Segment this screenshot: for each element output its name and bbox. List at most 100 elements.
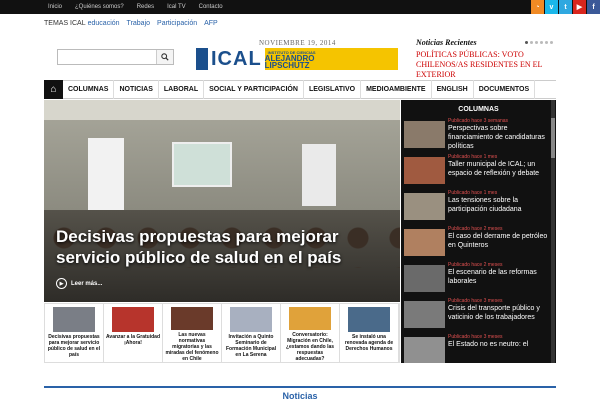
column-title[interactable]: El Estado no es neutro: el (448, 340, 528, 349)
temas-link[interactable]: Trabajo (127, 20, 150, 27)
search-icon (161, 53, 169, 61)
column-text: Publicado hace 3 semanas Perspectivas sob… (448, 118, 553, 151)
hero-slide[interactable]: Decisivas propuestas para mejorar servic… (44, 100, 400, 302)
columnas-title: COLUMNAS (458, 105, 499, 113)
column-title[interactable]: Perspectivas sobre financiamiento de can… (448, 124, 553, 151)
temas-link[interactable]: AFP (204, 20, 218, 27)
site-logo[interactable]: ICAL INSTITUTO DE CIENCIAS ALEJANDRO LIP… (196, 48, 398, 70)
thumbnail-caption: Avanzar a la Gratuidad ¡Ahora! (106, 334, 160, 346)
thumbnail-caption: Invitación a Quinto Seminario de Formaci… (225, 334, 276, 358)
slide-thumbnail[interactable]: Avanzar a la Gratuidad ¡Ahora! (104, 304, 163, 362)
logo-sub3: LIPSCHUTZ (264, 60, 310, 70)
column-text: Publicado hace 2 meses El caso del derram… (448, 226, 553, 250)
twitter-icon[interactable]: t (559, 0, 572, 14)
thumbnail-image (112, 307, 154, 332)
carousel-dot[interactable] (535, 41, 538, 44)
column-title[interactable]: El escenario de las reformas laborales (448, 268, 553, 286)
top-link[interactable]: Inicio (48, 4, 62, 10)
noticias-section: Noticias (44, 386, 556, 401)
search-box (57, 49, 174, 65)
column-text: Publicado hace 1 mes Las tensiones sobre … (448, 190, 553, 214)
author-photo (404, 301, 445, 328)
nav-item[interactable]: MEDIOAMBIENTE (361, 80, 432, 99)
column-text: Publicado hace 2 meses El escenario de la… (448, 262, 553, 286)
read-more-button[interactable]: ▶ Leer más... (56, 278, 102, 289)
column-title[interactable]: Las tensiones sobre la participación ciu… (448, 196, 553, 214)
nav-item[interactable]: DOCUMENTOS (474, 80, 536, 99)
carousel-dots (523, 41, 553, 44)
column-item[interactable]: Publicado hace 1 mes Las tensiones sobre … (401, 190, 556, 226)
hero-photo-screen (172, 142, 232, 187)
column-item[interactable]: Publicado hace 2 meses El escenario de la… (401, 262, 556, 298)
thumbnail-image (171, 307, 213, 330)
temas-label: TEMAS ICAL (44, 19, 86, 27)
thumbnail-image (289, 307, 331, 330)
column-text: Publicado hace 3 meses Crisis del transpo… (448, 298, 553, 322)
slide-thumbnail[interactable]: Conversatorio: Migración en Chile, ¿esta… (281, 304, 340, 362)
carousel-dot[interactable] (530, 41, 533, 44)
read-more-label: Leer más... (71, 280, 103, 287)
column-title[interactable]: Taller municipal de ICAL; un espacio de … (448, 160, 553, 178)
columnas-list: Publicado hace 3 semanas Perspectivas sob… (401, 118, 556, 363)
nav-item[interactable]: LABORAL (159, 80, 205, 99)
carousel-dot[interactable] (540, 41, 543, 44)
column-item[interactable]: Publicado hace 2 meses El caso del derram… (401, 226, 556, 262)
vimeo-icon[interactable]: v (545, 0, 558, 14)
sidebar-scrollbar[interactable] (551, 100, 555, 363)
temas-bar: TEMAS ICAL educación Trabajo Participación… (44, 17, 225, 29)
top-link[interactable]: ¿Quiénes somos? (75, 4, 124, 10)
rss-icon[interactable]: ◔ (531, 0, 544, 14)
thumbnail-image (230, 307, 272, 332)
top-link[interactable]: Ical TV (167, 4, 186, 10)
column-title[interactable]: El caso del derrame de petróleo en Quint… (448, 232, 553, 250)
noticias-title: Noticias (282, 391, 318, 401)
thumbnail-caption: Decisivas propuestas para mejorar servic… (47, 334, 101, 358)
carousel-dot[interactable] (550, 41, 553, 44)
column-item[interactable]: Publicado hace 1 mes Taller municipal de … (401, 154, 556, 190)
column-item[interactable]: Publicado hace 3 meses El Estado no es ne… (401, 334, 556, 363)
thumbnail-image (348, 307, 390, 332)
search-input[interactable] (58, 50, 156, 64)
carousel-dot[interactable] (545, 41, 548, 44)
youtube-icon[interactable]: ▶ (573, 0, 586, 14)
author-photo (404, 193, 445, 220)
recent-news-headline[interactable]: POLÍTICAS PÚBLICAS: VOTO CHILENOS/AS RES… (416, 50, 556, 80)
hero-photo-banner (88, 138, 124, 216)
column-title[interactable]: Crisis del transporte público y vaticini… (448, 304, 553, 322)
slide-thumbnail[interactable]: Decisivas propuestas para mejorar servic… (45, 304, 104, 362)
carousel-dot[interactable] (525, 41, 528, 44)
top-link[interactable]: Contacto (199, 4, 223, 10)
hero-title[interactable]: Decisivas propuestas para mejorar servic… (56, 226, 376, 268)
slide-thumbnail[interactable]: Las nuevas normativas migratorias y las … (163, 304, 222, 362)
column-item[interactable]: Publicado hace 3 semanas Perspectivas sob… (401, 118, 556, 154)
hero-photo-ceiling (44, 100, 400, 120)
author-photo (404, 265, 445, 292)
home-icon: ⌂ (50, 84, 57, 95)
home-button[interactable]: ⌂ (44, 80, 63, 99)
nav-item[interactable]: COLUMNAS (63, 80, 115, 99)
column-item[interactable]: Publicado hace 3 meses Crisis del transpo… (401, 298, 556, 334)
nav-item[interactable]: LEGISLATIVO (304, 80, 362, 99)
nav-item[interactable]: NOTICIAS (114, 80, 159, 99)
social-links: ◔ v t ▶ f (530, 0, 600, 14)
slide-thumbnail[interactable]: Invitación a Quinto Seminario de Formaci… (222, 304, 281, 362)
scrollbar-thumb[interactable] (551, 118, 555, 158)
facebook-icon[interactable]: f (587, 0, 600, 14)
play-icon: ▶ (56, 278, 67, 289)
temas-link[interactable]: Participación (157, 20, 197, 27)
author-photo (404, 157, 445, 184)
logo-main: ICAL (196, 48, 265, 70)
author-photo (404, 229, 445, 256)
thumbnail-caption: Conversatorio: Migración en Chile, ¿esta… (285, 332, 335, 362)
nav-item[interactable]: SOCIAL Y PARTICIPACIÓN (204, 80, 304, 99)
slide-thumbnails: Decisivas propuestas para mejorar servic… (44, 303, 400, 363)
main-nav: ⌂ COLUMNAS NOTICIAS LABORAL SOCIAL Y PARTIC… (44, 80, 556, 99)
search-button[interactable] (156, 50, 173, 64)
nav-item[interactable]: ENGLISH (432, 80, 474, 99)
slide-thumbnail[interactable]: Se instaló una renovada agenda de Derech… (340, 304, 399, 362)
top-link[interactable]: Redes (137, 4, 154, 10)
columnas-sidebar: COLUMNAS Publicado hace 3 semanas Perspec… (401, 100, 556, 363)
temas-link[interactable]: educación (88, 20, 120, 27)
hero-photo-banner (302, 144, 336, 206)
column-text: Publicado hace 1 mes Taller municipal de … (448, 154, 553, 178)
